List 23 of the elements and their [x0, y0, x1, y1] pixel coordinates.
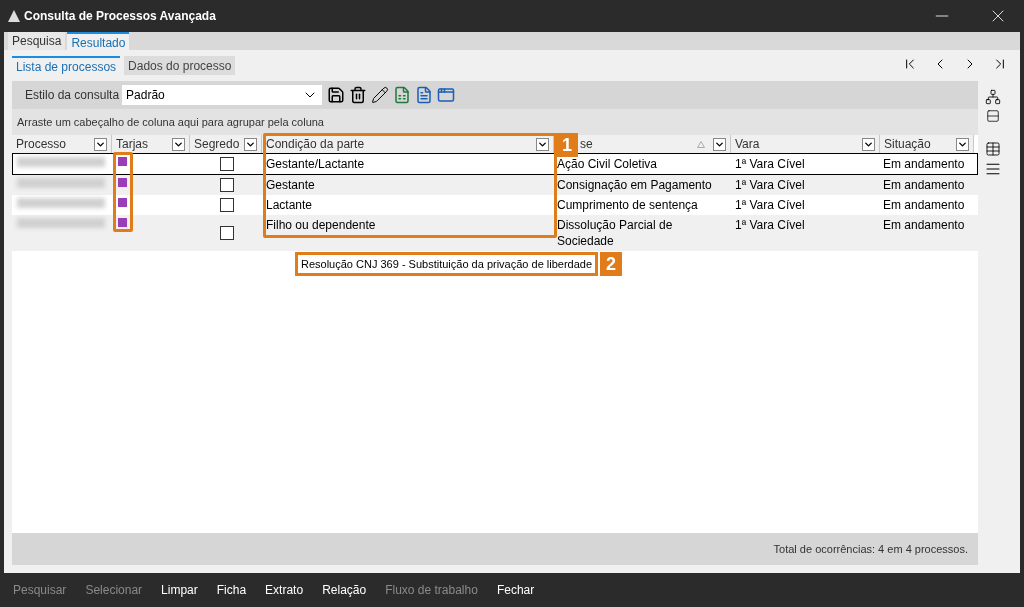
table-cell: Cumprimento de sentença	[557, 198, 698, 212]
group-by-band: Arraste um cabeçalho de coluna aqui para agrupar pela coluna	[12, 109, 978, 135]
table-cell: Filho ou dependente	[266, 218, 376, 232]
table-cell: Em andamento	[883, 198, 965, 212]
table-cell: 1ª Vara Cível	[735, 157, 805, 171]
callout-badge: 2	[600, 252, 623, 276]
query-style-label: Estilo da consulta	[25, 87, 120, 104]
table-cell: Gestante/Lactante	[266, 157, 365, 171]
callout-badge: 1	[556, 133, 578, 157]
tooltip: Resolução CNJ 369 - Substituição da privação de liberdade	[295, 252, 599, 276]
table-cell: Consignação em Pagamento	[557, 178, 712, 192]
window-title: Consulta de Processos Avançada	[24, 8, 217, 25]
table-cell: 1ª Vara Cível	[735, 198, 805, 212]
table-cell: Em andamento	[883, 157, 965, 171]
table-cell: Dissolução Parcial de Sociedade	[557, 218, 673, 248]
table-cell: 1ª Vara Cível	[735, 178, 805, 192]
table-cell: Em andamento	[883, 178, 965, 192]
table-cell: 1ª Vara Cível	[735, 218, 805, 232]
table-cell: Em andamento	[883, 218, 965, 232]
table-cell: Lactante	[266, 198, 313, 212]
total-count: Total de ocorrências: 4 em 4 processos.	[773, 541, 968, 557]
table-cell: Ação Civil Coletiva	[557, 157, 658, 171]
table-cell: Gestante	[266, 178, 315, 192]
